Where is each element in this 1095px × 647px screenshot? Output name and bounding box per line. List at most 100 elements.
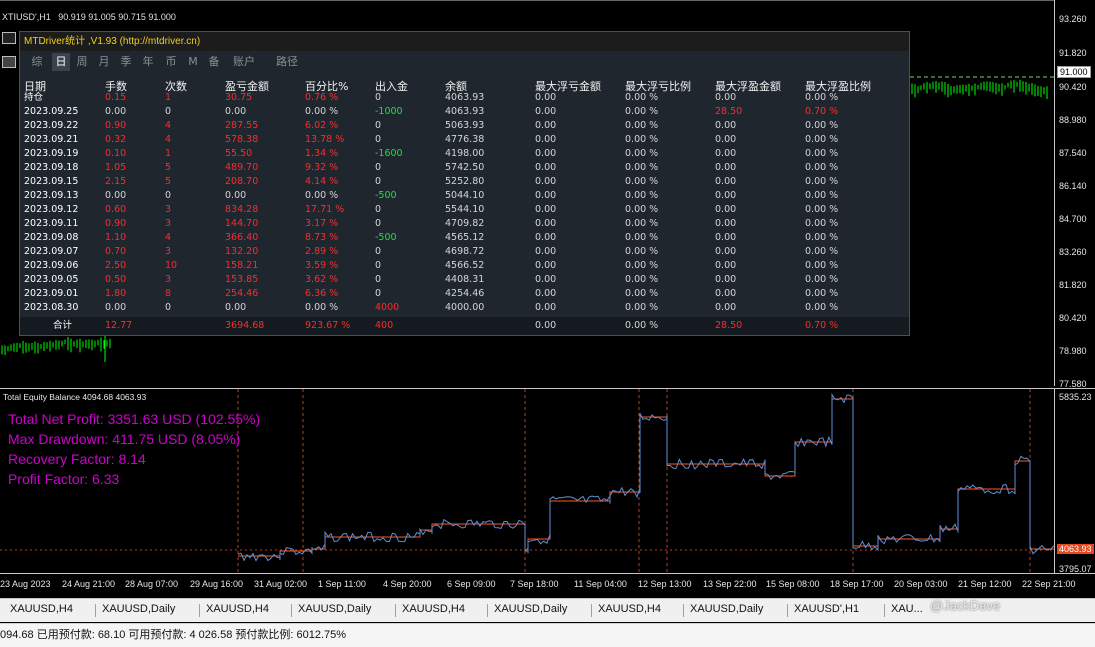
table-cell: 3.59 % xyxy=(305,260,339,271)
tab-8[interactable]: 备 xyxy=(205,53,223,71)
table-cell: 0.00 xyxy=(715,148,737,159)
table-cell: 0.90 xyxy=(105,218,127,229)
table-cell: 366.40 xyxy=(225,232,259,243)
table-cell: 0.00 % xyxy=(805,274,839,285)
chart-tab[interactable]: XAUUSD,H4 xyxy=(402,603,465,615)
table-cell: 5044.10 xyxy=(445,190,485,201)
tab-6[interactable]: 币 xyxy=(162,53,180,71)
table-cell: 4709.82 xyxy=(445,218,485,229)
total-cell: 400 xyxy=(375,320,394,331)
indicator-toggle-icon[interactable] xyxy=(2,32,16,44)
tab-3[interactable]: 月 xyxy=(95,53,113,71)
table-cell: 0.00 xyxy=(715,246,737,257)
chart-tab[interactable]: XAUUSD,H4 xyxy=(10,603,73,615)
panel-title[interactable]: MTDriver统计 ,V1.93 (http://mtdriver.cn) xyxy=(20,32,909,51)
table-cell: 0 xyxy=(375,162,382,173)
table-cell: 0.00 xyxy=(715,232,737,243)
table-cell: 0.00 xyxy=(105,302,127,313)
table-cell: 0.00 xyxy=(535,148,557,159)
price-axis-tick: 78.980 xyxy=(1059,346,1087,356)
table-cell: 4776.38 xyxy=(445,134,485,145)
table-cell: 834.28 xyxy=(225,204,259,215)
equity-axis-bottom: 3795.07 xyxy=(1059,564,1092,574)
table-cell: 0.70 % xyxy=(805,106,839,117)
table-cell: 0.00 % xyxy=(625,176,659,187)
account-status-bar: 094.68 已用预付款: 68.10 可用预付款: 4 026.58 预付款比… xyxy=(0,623,1095,647)
tab-1[interactable]: 日 xyxy=(52,53,70,71)
chart-tab[interactable]: XAUUSD,Daily xyxy=(494,603,567,615)
table-cell: 持仓 xyxy=(24,92,44,103)
table-cell: 0.00 % xyxy=(805,218,839,229)
table-cell: 0.00 % xyxy=(805,92,839,103)
table-cell: 0.00 xyxy=(535,232,557,243)
tab-0[interactable]: 综 xyxy=(28,53,46,71)
table-row: 2023.09.01 1.80 8 254.46 6.36 % 0 4254.46 0.00 0… xyxy=(20,287,909,301)
tab-2[interactable]: 周 xyxy=(73,53,91,71)
table-cell: 144.70 xyxy=(225,218,259,229)
table-cell: 3 xyxy=(165,274,172,285)
table-cell: 6.36 % xyxy=(305,288,339,299)
table-cell: 0.00 xyxy=(715,204,737,215)
table-cell: 0.00 % xyxy=(625,260,659,271)
mtdriver-stats-panel[interactable]: MTDriver统计 ,V1.93 (http://mtdriver.cn) 综… xyxy=(19,31,910,336)
table-cell: 3 xyxy=(165,204,172,215)
time-axis-tick: 22 Sep 21:00 xyxy=(1022,579,1076,589)
table-row: 2023.09.18 1.05 5 489.70 9.32 % 0 5742.50 0.00 0… xyxy=(20,161,909,175)
total-cell: 3694.68 xyxy=(225,320,265,331)
tab-7[interactable]: M xyxy=(184,53,202,71)
table-cell: 0.50 xyxy=(105,274,127,285)
table-cell: 0.00 % xyxy=(805,176,839,187)
chart-tab[interactable]: XAUUSD,Daily xyxy=(102,603,175,615)
table-cell: 0.00 % xyxy=(805,162,839,173)
price-axis: 93.260 91.820 90.420 88.980 87.540 86.140 84.7… xyxy=(1054,0,1095,389)
table-cell: 0.00 xyxy=(535,162,557,173)
table-cell: 5252.80 xyxy=(445,176,485,187)
table-cell: 0 xyxy=(165,302,172,313)
table-cell: 2023.09.22 xyxy=(24,120,79,131)
chart-tab[interactable]: XAU... xyxy=(891,603,923,615)
chart-tab[interactable]: XAUUSD',H1 xyxy=(794,603,859,615)
table-cell: 3 xyxy=(165,246,172,257)
equity-current-label: 4063.93 xyxy=(1057,544,1094,554)
total-cell: 923.67 % xyxy=(305,320,351,331)
chart-tab[interactable]: XAUUSD,Daily xyxy=(690,603,763,615)
table-row: 2023.09.05 0.50 3 153.85 3.62 % 0 4408.31 0.00 0… xyxy=(20,273,909,287)
time-axis-tick: 31 Aug 02:00 xyxy=(254,579,308,589)
table-cell: 4 xyxy=(165,232,172,243)
table-cell: 0.00 xyxy=(105,190,127,201)
price-axis-tick: 88.980 xyxy=(1059,115,1087,125)
table-row: 2023.08.30 0.00 0 0.00 0.00 % 4000 4000.00 0.00… xyxy=(20,301,909,315)
table-cell: 0.00 xyxy=(535,288,557,299)
table-row: 2023.09.15 2.15 5 208.70 4.14 % 0 5252.80 0.00 0… xyxy=(20,175,909,189)
table-cell: 5742.50 xyxy=(445,162,485,173)
chart-tab[interactable]: XAUUSD,Daily xyxy=(298,603,371,615)
table-cell: 1.80 xyxy=(105,288,127,299)
table-row: 2023.09.12 0.60 3 834.28 17.71 % 0 5544.10 0.00… xyxy=(20,203,909,217)
tab-9[interactable]: 账户 xyxy=(228,53,260,71)
table-cell: 1.05 xyxy=(105,162,127,173)
table-cell: 0.00 % xyxy=(305,190,339,201)
table-cell: 10 xyxy=(165,260,178,271)
table-cell: 2023.09.19 xyxy=(24,148,79,159)
chart-tab[interactable]: XAUUSD,H4 xyxy=(598,603,661,615)
indicator-toggle-icon-2[interactable] xyxy=(2,56,16,68)
table-cell: 0.00 xyxy=(535,274,557,285)
equity-chart[interactable]: Total Equity Balance 4094.68 4063.93 Tot… xyxy=(0,388,1054,575)
table-cell: 2023.09.06 xyxy=(24,260,79,271)
table-row: 2023.09.11 0.90 3 144.70 3.17 % 0 4709.82 0.00 0… xyxy=(20,217,909,231)
net-profit-stat: Total Net Profit: 3351.63 USD (102.55%) xyxy=(8,411,261,427)
tab-10[interactable]: 路径 xyxy=(271,53,303,71)
table-cell: 5544.10 xyxy=(445,204,485,215)
table-cell: 0.00 % xyxy=(625,218,659,229)
tab-4[interactable]: 季 xyxy=(117,53,135,71)
table-cell: 0.00 % xyxy=(625,162,659,173)
table-cell: 2023.09.21 xyxy=(24,134,79,145)
table-cell: 0.00 % xyxy=(805,246,839,257)
tab-5[interactable]: 年 xyxy=(139,53,157,71)
table-cell: 0.00 % xyxy=(805,148,839,159)
table-cell: 0.00 % xyxy=(625,106,659,117)
table-cell: 8.73 % xyxy=(305,232,339,243)
table-cell: 208.70 xyxy=(225,176,259,187)
table-cell: 0.00 % xyxy=(805,120,839,131)
chart-tab[interactable]: XAUUSD,H4 xyxy=(206,603,269,615)
